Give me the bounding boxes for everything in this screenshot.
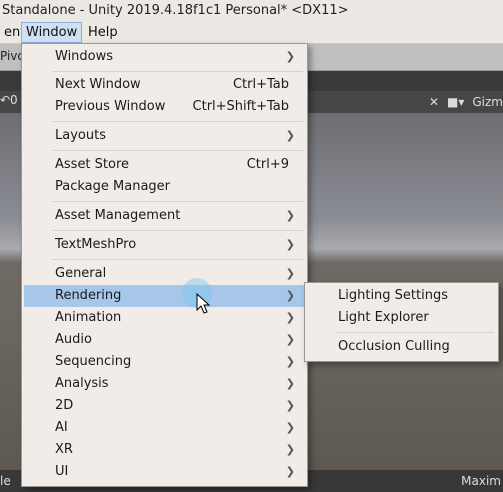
window-title: Standalone - Unity 2019.4.18f1c1 Persona… xyxy=(2,3,349,18)
menu-item-asset-store[interactable]: Asset Store Ctrl+9 xyxy=(24,154,305,176)
menu-separator xyxy=(52,259,303,260)
chevron-right-icon: ❯ xyxy=(285,267,295,280)
chevron-right-icon: ❯ xyxy=(285,443,295,456)
chevron-right-icon: ❯ xyxy=(285,377,295,390)
window-menu: Windows ❯ Next Window Ctrl+Tab Previous … xyxy=(21,43,308,487)
chevron-right-icon: ❯ xyxy=(285,50,295,63)
chevron-right-icon: ❯ xyxy=(285,421,295,434)
status-left-text: le xyxy=(0,474,11,488)
tools-icon[interactable]: ✕ xyxy=(429,95,439,109)
chevron-right-icon: ❯ xyxy=(285,333,295,346)
maximize-on-play-toggle[interactable]: Maxim xyxy=(461,470,501,492)
chevron-right-icon: ❯ xyxy=(285,311,295,324)
menu-item-ai[interactable]: AI ❯ xyxy=(24,417,305,439)
menu-item-windows[interactable]: Windows ❯ xyxy=(24,46,305,68)
chevron-right-icon: ❯ xyxy=(285,209,295,222)
menubar-item-window[interactable]: Window xyxy=(21,22,83,43)
menu-separator xyxy=(52,201,303,202)
menu-item-general[interactable]: General ❯ xyxy=(24,263,305,285)
menu-item-asset-management[interactable]: Asset Management ❯ xyxy=(24,205,305,227)
chevron-right-icon: ❯ xyxy=(285,465,295,478)
menu-item-ui[interactable]: UI ❯ xyxy=(24,461,305,483)
menu-item-animation[interactable]: Animation ❯ xyxy=(24,307,305,329)
camera-icon[interactable]: ■▾ xyxy=(447,95,464,109)
scene-tab-fragment[interactable]: ↶0 xyxy=(0,93,18,107)
gizmos-menu[interactable]: Gizm xyxy=(472,95,503,109)
menu-separator xyxy=(52,150,303,151)
menu-item-sequencing[interactable]: Sequencing ❯ xyxy=(24,351,305,373)
menu-item-audio[interactable]: Audio ❯ xyxy=(24,329,305,351)
menu-item-rendering[interactable]: Rendering ❯ xyxy=(24,285,305,307)
menu-bar: ent Window Help xyxy=(0,22,503,44)
chevron-right-icon: ❯ xyxy=(285,355,295,368)
menu-item-lighting-settings[interactable]: Lighting Settings xyxy=(307,285,496,307)
menu-item-2d[interactable]: 2D ❯ xyxy=(24,395,305,417)
menu-item-light-explorer[interactable]: Light Explorer xyxy=(307,307,496,329)
menu-separator xyxy=(52,230,303,231)
gizmo-controls: ✕ ■▾ Gizm xyxy=(429,91,503,113)
menu-item-layouts[interactable]: Layouts ❯ xyxy=(24,125,305,147)
menu-item-analysis[interactable]: Analysis ❯ xyxy=(24,373,305,395)
menu-separator xyxy=(52,71,303,72)
chevron-right-icon: ❯ xyxy=(285,238,295,251)
menu-item-textmeshpro[interactable]: TextMeshPro ❯ xyxy=(24,234,305,256)
menu-item-previous-window[interactable]: Previous Window Ctrl+Shift+Tab xyxy=(24,96,305,118)
chevron-right-icon: ❯ xyxy=(285,129,295,142)
chevron-right-icon: ❯ xyxy=(285,289,295,302)
menubar-item-help[interactable]: Help xyxy=(84,22,122,43)
window-title-bar: Standalone - Unity 2019.4.18f1c1 Persona… xyxy=(0,0,503,22)
menu-separator xyxy=(52,121,303,122)
rendering-submenu: Lighting Settings Light Explorer Occlusi… xyxy=(304,282,499,362)
menu-item-xr[interactable]: XR ❯ xyxy=(24,439,305,461)
menu-item-occlusion-culling[interactable]: Occlusion Culling xyxy=(307,336,496,358)
menu-item-next-window[interactable]: Next Window Ctrl+Tab xyxy=(24,74,305,96)
chevron-right-icon: ❯ xyxy=(285,399,295,412)
menu-item-package-manager[interactable]: Package Manager xyxy=(24,176,305,198)
mouse-pointer-icon xyxy=(196,293,211,314)
menu-separator xyxy=(335,332,494,333)
